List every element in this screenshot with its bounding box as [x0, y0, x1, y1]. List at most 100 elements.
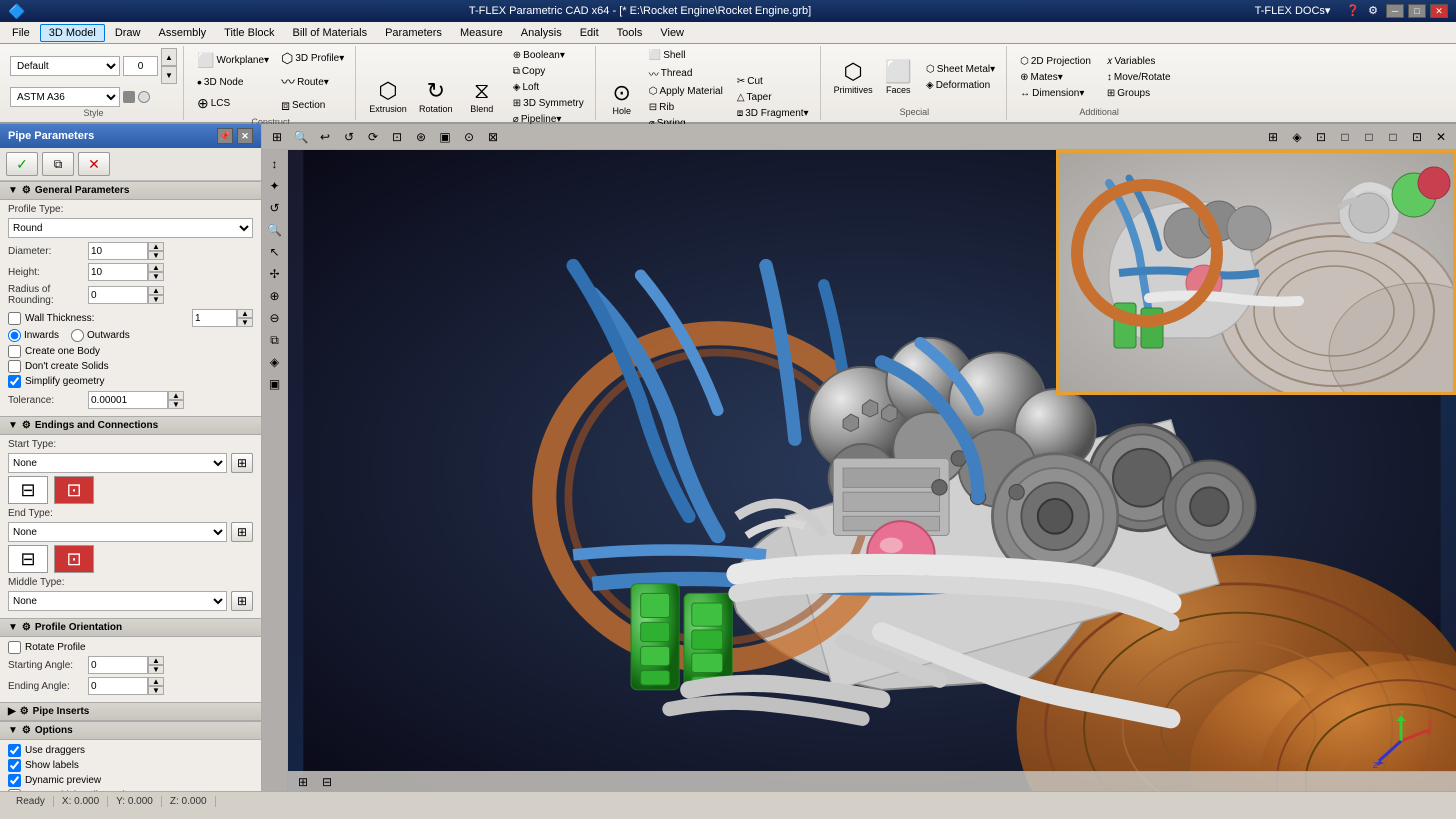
style-select[interactable]: Default [10, 56, 120, 76]
3dnode-button[interactable]: • 3D Node [192, 72, 274, 92]
lvp-btn-section[interactable]: ◈ [264, 352, 286, 372]
2dprojection-button[interactable]: ⬡ 2D Projection [1015, 54, 1096, 69]
docs-label[interactable]: T-FLEX DOCs▾ [1255, 4, 1331, 18]
material-select[interactable]: ASTM A36 [10, 87, 120, 107]
wt-spin-down[interactable]: ▼ [237, 318, 253, 327]
menu-item-edit[interactable]: Edit [572, 25, 607, 41]
sheet-metal-button[interactable]: ⬡ Sheet Metal▾ [921, 62, 1000, 77]
route-button[interactable]: 〰 Route▾ [276, 70, 349, 94]
maximize-button[interactable]: □ [1408, 4, 1426, 18]
vp-btn-zoom[interactable]: 🔍 [290, 127, 312, 147]
radius-input[interactable] [88, 286, 148, 304]
lvp-btn-zoom2[interactable]: 🔍 [264, 220, 286, 240]
wall-thickness-checkbox[interactable] [8, 312, 21, 325]
radius-spin-up[interactable]: ▲ [148, 286, 164, 295]
groups-button[interactable]: ⊞ Groups [1102, 86, 1176, 101]
variables-button[interactable]: 𝑥 Variables [1102, 54, 1176, 69]
lvp-btn-tools2[interactable]: ⊕ [264, 286, 286, 306]
diameter-spin-up[interactable]: ▲ [148, 242, 164, 251]
minimize-button[interactable]: ─ [1386, 4, 1404, 18]
vp-btn-more4[interactable]: □ [1358, 127, 1380, 147]
use-draggers-checkbox[interactable] [8, 744, 21, 757]
copy-params-button[interactable]: ⧉ [42, 152, 74, 176]
vp-bottom-btn1[interactable]: ⊞ [292, 772, 314, 792]
extrusion-button[interactable]: ⬡ Extrusion [364, 75, 412, 117]
vp-btn-undo[interactable]: ↩ [314, 127, 336, 147]
endings-connections-header[interactable]: ▼ ⚙ Endings and Connections [0, 416, 261, 435]
lvp-btn-tools1[interactable]: ✢ [264, 264, 286, 284]
primitives-button[interactable]: ⬡ Primitives [829, 56, 878, 98]
lcs-button[interactable]: ⊕ LCS [192, 93, 274, 114]
vp-btn-refresh[interactable]: ⟳ [362, 127, 384, 147]
create-driving-dimensions-checkbox[interactable] [8, 789, 21, 791]
wt-spin-up[interactable]: ▲ [237, 309, 253, 318]
loft-button[interactable]: ◈ Loft [508, 80, 589, 95]
ending-angle-input[interactable] [88, 677, 148, 695]
ea-spin-up[interactable]: ▲ [148, 677, 164, 686]
lvp-btn-measure[interactable]: ⊖ [264, 308, 286, 328]
rib-button[interactable]: ⊟ Rib [644, 100, 728, 115]
menu-item-parameters[interactable]: Parameters [377, 25, 450, 41]
thread-button[interactable]: 〰 Thread [644, 64, 728, 83]
vp-btn-grid[interactable]: ⊞ [266, 127, 288, 147]
mates-button[interactable]: ⊕ Mates▾ [1015, 70, 1096, 85]
vp-btn-more2[interactable]: ⊡ [1310, 127, 1332, 147]
lvp-btn-section2[interactable]: ▣ [264, 374, 286, 394]
sa-spin-down[interactable]: ▼ [148, 665, 164, 674]
vp-btn-more5[interactable]: □ [1382, 127, 1404, 147]
vp-btn-light[interactable]: ⊙ [458, 127, 480, 147]
dont-create-solids-checkbox[interactable] [8, 360, 21, 373]
help-icon[interactable]: ❓ [1346, 4, 1360, 18]
apply-material-button[interactable]: ⬡ Apply Material [644, 84, 728, 99]
diameter-spin-down[interactable]: ▼ [148, 251, 164, 260]
tol-spin-down[interactable]: ▼ [168, 400, 184, 409]
menu-item-analysis[interactable]: Analysis [513, 25, 570, 41]
menu-item-view[interactable]: View [652, 25, 692, 41]
rotation-button[interactable]: ↻ Rotation [414, 75, 458, 117]
3dfragment-button[interactable]: ⧈ 3D Fragment▾ [732, 106, 814, 121]
move-rotate-button[interactable]: ↕ Move/Rotate [1102, 70, 1176, 85]
end-type-select[interactable]: None [8, 522, 227, 542]
end-type-extra-btn[interactable]: ⊞ [231, 522, 253, 542]
vp-btn-redo[interactable]: ↺ [338, 127, 360, 147]
faces-button[interactable]: ⬜ Faces [880, 56, 917, 98]
cancel-button[interactable]: ✕ [78, 152, 110, 176]
tolerance-input[interactable] [88, 391, 168, 409]
middle-type-extra-btn[interactable]: ⊞ [231, 591, 253, 611]
hole-button[interactable]: ⊙ Hole [604, 77, 640, 119]
menu-item-measure[interactable]: Measure [452, 25, 511, 41]
lvp-btn-rotate[interactable]: ↺ [264, 198, 286, 218]
middle-type-select[interactable]: None [8, 591, 227, 611]
spin-down[interactable]: ▼ [161, 66, 177, 84]
pipe-inserts-header[interactable]: ▶ ⚙ Pipe Inserts [0, 702, 261, 721]
dynamic-preview-checkbox[interactable] [8, 774, 21, 787]
vp-btn-layers[interactable]: ⊠ [482, 127, 504, 147]
radius-spin-down[interactable]: ▼ [148, 295, 164, 304]
dimension-button[interactable]: ↔ Dimension▾ [1015, 86, 1096, 101]
vp-btn-select[interactable]: ⊛ [410, 127, 432, 147]
general-parameters-header[interactable]: ▼ ⚙ General Parameters [0, 181, 261, 200]
workplane-button[interactable]: ⬜ Workplane▾ [192, 50, 274, 71]
diameter-input[interactable] [88, 242, 148, 260]
lvp-btn-render2[interactable]: ⧉ [264, 330, 286, 350]
symmetry-button[interactable]: ⊞ 3D Symmetry [508, 96, 589, 111]
rotate-profile-checkbox[interactable] [8, 641, 21, 654]
start-type-select[interactable]: None [8, 453, 227, 473]
cut-button[interactable]: ✂ Cut [732, 74, 814, 89]
profile-type-select[interactable]: Round Square Rectangle [8, 218, 253, 238]
vp-bottom-btn2[interactable]: ⊟ [316, 772, 338, 792]
vp-btn-more3[interactable]: □ [1334, 127, 1356, 147]
lvp-btn-cursor[interactable]: ↖ [264, 242, 286, 262]
outwards-radio[interactable] [71, 329, 84, 342]
simplify-geometry-checkbox[interactable] [8, 375, 21, 388]
copy-button[interactable]: ⧉ Copy [508, 64, 589, 79]
profile-orientation-header[interactable]: ▼ ⚙ Profile Orientation [0, 618, 261, 637]
section-button[interactable]: ⧈ Section [276, 95, 349, 116]
height-spin-down[interactable]: ▼ [148, 272, 164, 281]
close-button[interactable]: ✕ [1430, 4, 1448, 18]
show-labels-checkbox[interactable] [8, 759, 21, 772]
boolean-button[interactable]: ⊕ Boolean▾ [508, 48, 589, 63]
vp-btn-more1[interactable]: ◈ [1286, 127, 1308, 147]
panel-pin-button[interactable]: 📌 [217, 128, 233, 144]
taper-button[interactable]: △ Taper [732, 90, 814, 105]
